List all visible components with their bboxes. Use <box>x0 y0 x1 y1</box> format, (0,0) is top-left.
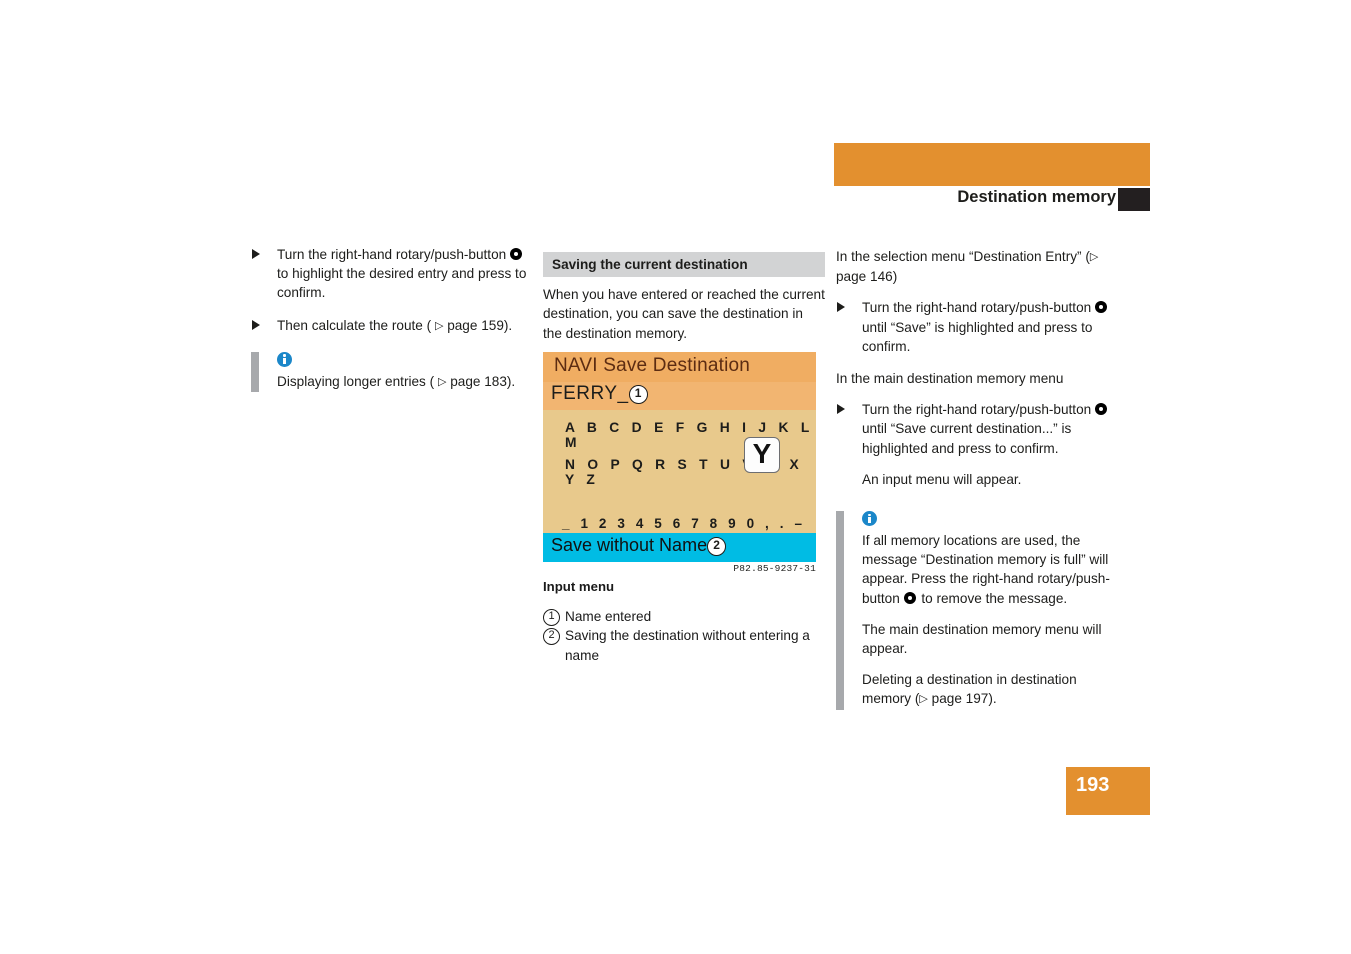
note-p1-after: to remove the message. <box>921 590 1068 606</box>
note-paragraph-1: If all memory locations are used, the me… <box>862 531 1118 608</box>
step2-text-before: Turn the right-hand rotary/push-button <box>862 402 1092 418</box>
step-text-before: Turn the right-hand rotary/push-button <box>277 247 507 262</box>
figure-image-code: P82.85-9237-31 <box>733 563 816 574</box>
info-icon <box>277 351 292 367</box>
step-calculate-route: Then calculate the route ( ▷ page 159). <box>251 316 533 336</box>
step-text-before: Then calculate the route ( <box>277 317 432 333</box>
caption-item-1-text: Name entered <box>565 609 652 624</box>
nav-screen-entry-row: FERRY_ 1 <box>543 382 816 410</box>
navigation-screen-figure: NAVI Save Destination FERRY_ 1 A B C D E … <box>543 352 816 562</box>
step-highlight-entry: Turn the right-hand rotary/push-button t… <box>251 245 533 303</box>
nav-save-without-name-button[interactable]: Save without Name 2 <box>543 533 816 562</box>
nav-entry-text: FERRY_ <box>551 383 629 404</box>
note-paragraph-2: The main destination memory menu will ap… <box>862 621 1102 657</box>
right-intro-paragraph: In the selection menu “Destination Entry… <box>836 247 1118 286</box>
rotary-push-button-icon <box>1095 403 1107 416</box>
note-text-before: Displaying longer entries ( <box>277 373 435 389</box>
callout-number-1: 1 <box>543 609 560 626</box>
page-number: 193 <box>1076 774 1110 796</box>
note-page-ref: page 183 <box>450 373 507 389</box>
right-intro-after: ) <box>892 269 898 285</box>
bullet-triangle-icon <box>837 302 845 313</box>
note-p3-after: ). <box>988 691 997 707</box>
page-ref-triangle-icon: ▷ <box>434 319 444 332</box>
section-intro-text: When you have entered or reached the cur… <box>543 287 825 341</box>
note-memory-full: If all memory locations are used, the me… <box>836 511 1118 710</box>
nav-save-label: Save without Name <box>551 535 708 555</box>
bullet-triangle-icon <box>252 249 260 259</box>
step1-text-after: until “Save” is highlighted and press to… <box>862 319 1093 354</box>
note-side-bar <box>251 351 259 393</box>
nav-screen-keyboard: A B C D E F G H I J K L M N O P Q R S T … <box>543 410 816 487</box>
note-side-bar <box>836 511 844 710</box>
note-text: Displaying longer entries ( ▷ page 183). <box>277 372 533 392</box>
step-text-after: ). <box>503 317 513 333</box>
step-text-after: to highlight the desired entry and press… <box>277 266 527 301</box>
right-intro-before: In the selection menu “Destination Entry… <box>836 249 1090 264</box>
page-ref-triangle-icon: ▷ <box>437 375 447 388</box>
bullet-triangle-icon <box>252 319 260 330</box>
step2-text-after: until “Save current destination...” is h… <box>862 421 1072 456</box>
right-mid-text: In the main destination memory menu <box>836 371 1064 387</box>
note-text-after: ). <box>506 373 516 389</box>
callout-2: 2 <box>707 537 727 556</box>
note-paragraph-3: Deleting a destination in destination me… <box>862 670 1118 709</box>
magnified-key-y[interactable]: Y <box>744 437 780 473</box>
rotary-push-button-icon <box>510 248 522 260</box>
header-orange-band <box>834 143 1150 186</box>
step1-text-before: Turn the right-hand rotary/push-button <box>862 300 1092 316</box>
page-title: Navigation <box>1233 9 1335 31</box>
caption-item-2: 2 Saving the destination without enterin… <box>543 626 825 665</box>
step-page-ref: page 159 <box>447 317 504 333</box>
callout-1: 1 <box>628 385 648 404</box>
step2-result-text: An input menu will appear. <box>862 471 1022 487</box>
page-subtitle: Destination memory <box>957 188 1116 206</box>
callout-number-2: 2 <box>543 628 560 646</box>
caption-item-2-text: Saving the destination without entering … <box>565 628 810 663</box>
step-select-save: Turn the right-hand rotary/push-button u… <box>836 298 1118 356</box>
note-displaying-longer-entries: Displaying longer entries ( ▷ page 183). <box>251 351 533 393</box>
middle-column: Saving the current destination When you … <box>543 252 825 355</box>
note-p3-page-ref: page 197 <box>931 691 989 707</box>
left-column: Turn the right-hand rotary/push-button t… <box>251 245 533 404</box>
page-ref-triangle-icon: ▷ <box>1089 251 1099 263</box>
step-save-current-destination: Turn the right-hand rotary/push-button u… <box>836 400 1118 489</box>
right-column: In the selection menu “Destination Entry… <box>836 247 1118 722</box>
figure-caption-list: 1 Name entered 2 Saving the destination … <box>543 607 825 665</box>
rotary-push-button-icon <box>903 591 916 604</box>
right-intro-page-ref: page 146 <box>836 269 893 285</box>
info-icon <box>862 511 877 527</box>
figure-caption-title: Input menu <box>543 579 615 594</box>
caption-item-1: 1 Name entered <box>543 607 825 626</box>
nav-screen-title: NAVI Save Destination <box>543 352 816 382</box>
page-ref-triangle-icon: ▷ <box>919 693 928 706</box>
page-number-box: 193 <box>1066 767 1150 815</box>
section-heading: Saving the current destination <box>543 252 825 278</box>
bullet-triangle-icon <box>837 404 845 415</box>
section-tab-marker <box>1118 188 1150 211</box>
rotary-push-button-icon <box>1095 301 1107 314</box>
